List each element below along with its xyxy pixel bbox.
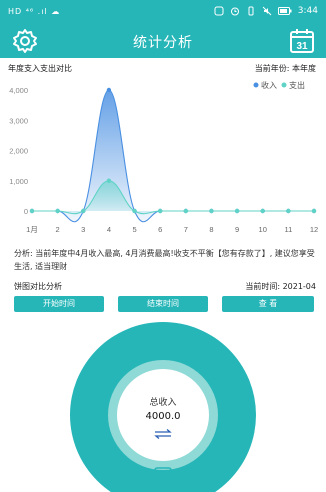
y-tick-label: 2,000 (9, 147, 28, 156)
end-time-button[interactable]: 结束时间 (118, 296, 208, 312)
status-time: 3:44 (297, 6, 318, 16)
x-tick-label: 2 (56, 225, 60, 234)
svg-text:收入: 收入 (261, 80, 277, 90)
alarm-icon (230, 7, 239, 16)
mute-icon (262, 6, 272, 16)
chart-areas (32, 90, 314, 222)
data-point[interactable] (311, 208, 317, 214)
total-income-value: 4000.0 (145, 411, 181, 422)
data-point[interactable] (234, 208, 240, 214)
current-time-label: 当前时间: 2021-04 (245, 282, 316, 291)
x-tick-label: 4 (107, 225, 111, 234)
pie-section-title: 饼图对比分析 (14, 282, 62, 291)
calendar-day: 31 (296, 41, 308, 52)
data-point[interactable] (55, 208, 60, 214)
x-tick-label: 7 (184, 225, 188, 234)
chart-points (29, 87, 317, 214)
legend-item-expense[interactable]: 支出 (281, 80, 306, 90)
switch-arrows-icon[interactable] (153, 428, 173, 440)
data-point[interactable] (29, 208, 35, 214)
calendar-button[interactable]: 31 (290, 28, 314, 54)
data-point[interactable] (106, 87, 112, 93)
nfc-icon (214, 6, 224, 16)
chart-axes: 0 1,000 2,000 3,000 4,000 1月 2 3 4 5 6 7 8 9 10 11 12 (9, 86, 318, 234)
x-tick-label: 9 (235, 225, 239, 234)
donut-center: 总收入 4000.0 (117, 369, 209, 461)
series-area-income (32, 90, 314, 222)
data-point[interactable] (132, 208, 137, 214)
data-point[interactable] (157, 208, 163, 214)
svg-text:支出: 支出 (289, 80, 305, 90)
data-point[interactable] (209, 208, 214, 214)
app-bar: 统计分析 31 (0, 24, 326, 58)
x-tick-label: 6 (158, 225, 162, 234)
y-tick-label: 3,000 (9, 116, 28, 125)
vibrate-icon (248, 6, 254, 16)
total-income-label: 总收入 (149, 398, 177, 408)
status-icons-right: 3:44 (214, 6, 318, 16)
data-point[interactable] (81, 208, 86, 214)
x-tick-label: 3 (81, 225, 85, 234)
legend-item-income[interactable]: 收入 (253, 80, 278, 90)
query-button[interactable]: 查 看 (222, 296, 314, 312)
x-tick-label: 5 (132, 225, 136, 234)
calendar-icon: 31 (290, 29, 314, 53)
series-line-expense (31, 180, 314, 215)
battery-icon (277, 7, 292, 15)
x-tick-label: 8 (209, 225, 213, 234)
donut-inner-ring: 总收入 4000.0 (108, 360, 218, 470)
series-line-income (31, 89, 314, 223)
book-icon[interactable] (153, 467, 173, 485)
x-tick-label: 11 (284, 225, 292, 234)
y-tick-label: 1,000 (9, 177, 28, 186)
start-time-button[interactable]: 开始时间 (14, 296, 104, 312)
y-tick-label: 4,000 (9, 86, 28, 95)
income-expense-line-chart: 0 1,000 2,000 3,000 4,000 1月 2 3 4 5 6 7 8 9 10 11 12 收入… (9, 80, 318, 234)
data-point[interactable] (260, 208, 265, 214)
x-tick-label: 12 (310, 225, 318, 234)
y-tick-label: 0 (24, 207, 28, 216)
chart-lines (31, 89, 314, 223)
chart-legend[interactable]: 收入 支出 (253, 80, 306, 90)
x-tick-label: 10 (259, 225, 267, 234)
series-area-expense (32, 180, 314, 214)
x-tick-label: 1月 (26, 225, 38, 234)
page-title: 统计分析 (133, 35, 193, 51)
data-point[interactable] (286, 208, 291, 214)
status-bar: HD ⁴⁶ .ıl ☁ 3:44 (0, 0, 326, 24)
status-icons-left: HD ⁴⁶ .ıl ☁ (8, 7, 61, 16)
data-point[interactable] (183, 208, 189, 214)
analysis-text: 分析: 当前年度中4月收入最高, 4月消费最高!收支不平衡【您有存款了】, 建议… (14, 249, 315, 271)
data-point[interactable] (106, 178, 112, 183)
